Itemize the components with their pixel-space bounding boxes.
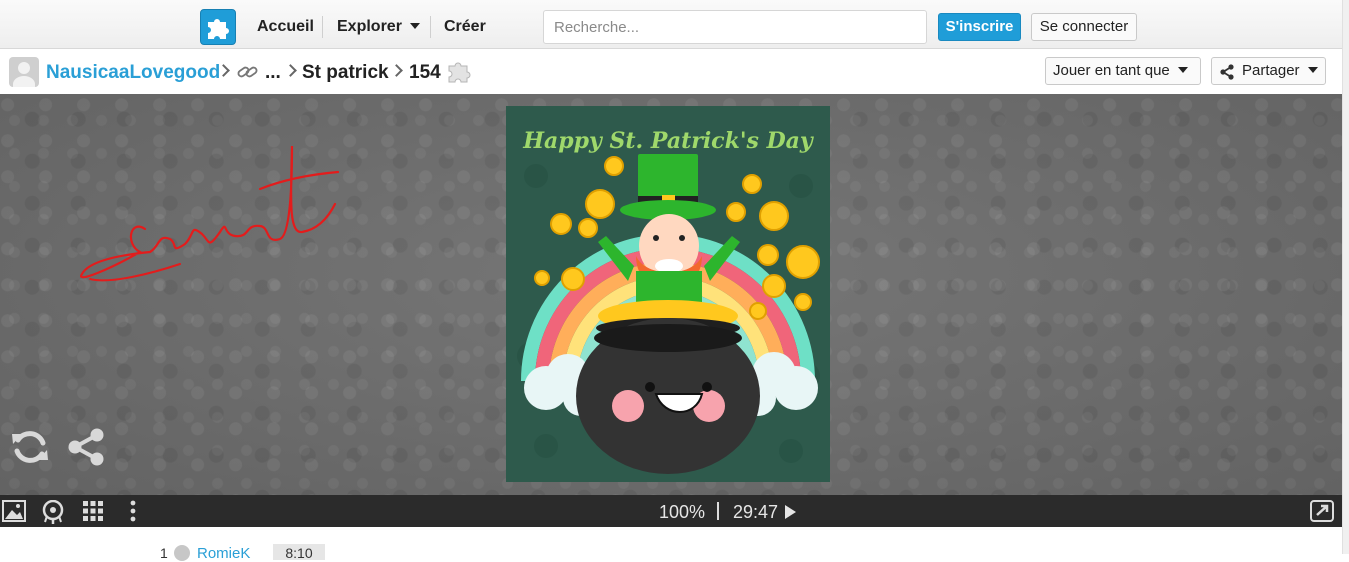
jigsaw-logo-icon[interactable]	[200, 9, 236, 45]
nav-explore-dropdown[interactable]: Explorer	[337, 18, 420, 36]
nav-divider	[430, 16, 431, 38]
puzzle-control-bar: 100% 29:47	[0, 495, 1342, 527]
nav-divider	[322, 16, 323, 38]
control-divider	[717, 502, 719, 520]
caret-down-icon	[1307, 67, 1318, 73]
vertical-scrollbar[interactable]	[1342, 0, 1349, 554]
puzzle-piece-icon	[448, 62, 471, 83]
share-icon[interactable]	[66, 428, 106, 466]
top-navigation-bar: Accueil Explorer Créer S'inscrire Se con…	[0, 0, 1342, 49]
avatar[interactable]	[9, 57, 39, 87]
breadcrumb-ellipsis[interactable]: ...	[265, 62, 281, 84]
link-icon	[237, 66, 258, 78]
image-preview-icon[interactable]	[2, 500, 26, 522]
breadcrumb: NausicaaLovegood ... St patrick 154 Joue…	[0, 50, 1342, 94]
chevron-right-icon	[390, 64, 403, 77]
signup-button[interactable]: S'inscrire	[938, 13, 1021, 41]
share-icon	[1220, 64, 1234, 80]
puzzle-board[interactable]: Happy St. Patrick's Day	[0, 94, 1342, 495]
handwriting-scribble	[80, 145, 340, 282]
login-button[interactable]: Se connecter	[1031, 13, 1137, 41]
nav-create-link[interactable]: Créer	[444, 18, 486, 36]
timer-display: 29:47	[733, 502, 779, 522]
puzzle-image: Happy St. Patrick's Day	[506, 106, 830, 482]
avatar	[174, 545, 190, 561]
leaderboard-rank: 1	[160, 545, 168, 561]
chevron-right-icon	[284, 64, 297, 77]
share-dropdown[interactable]: Partager	[1211, 57, 1326, 85]
play-icon[interactable]	[785, 505, 796, 519]
breadcrumb-user-link[interactable]: NausicaaLovegood	[46, 62, 220, 84]
breadcrumb-album-link[interactable]: St patrick	[302, 62, 389, 84]
ghost-image-icon[interactable]	[42, 500, 64, 524]
search-input[interactable]	[543, 10, 927, 44]
share-label: Partager	[1242, 62, 1300, 79]
play-as-label: Jouer en tant que	[1053, 62, 1170, 79]
nav-home-link[interactable]: Accueil	[257, 18, 314, 36]
zoom-level[interactable]: 100%	[659, 502, 705, 523]
grid-icon[interactable]	[82, 500, 104, 522]
breadcrumb-piece-count: 154	[409, 62, 441, 83]
more-options-icon[interactable]	[128, 500, 138, 522]
fullscreen-icon[interactable]	[1310, 500, 1334, 522]
caret-down-icon	[409, 23, 420, 29]
refresh-icon[interactable]	[10, 427, 50, 467]
leaderboard-time: 8:10	[273, 544, 325, 561]
poster-title: Happy St. Patrick's Day	[522, 128, 815, 154]
play-as-dropdown[interactable]: Jouer en tant que	[1045, 57, 1201, 85]
caret-down-icon	[1177, 67, 1188, 73]
nav-explore-label: Explorer	[337, 18, 402, 35]
